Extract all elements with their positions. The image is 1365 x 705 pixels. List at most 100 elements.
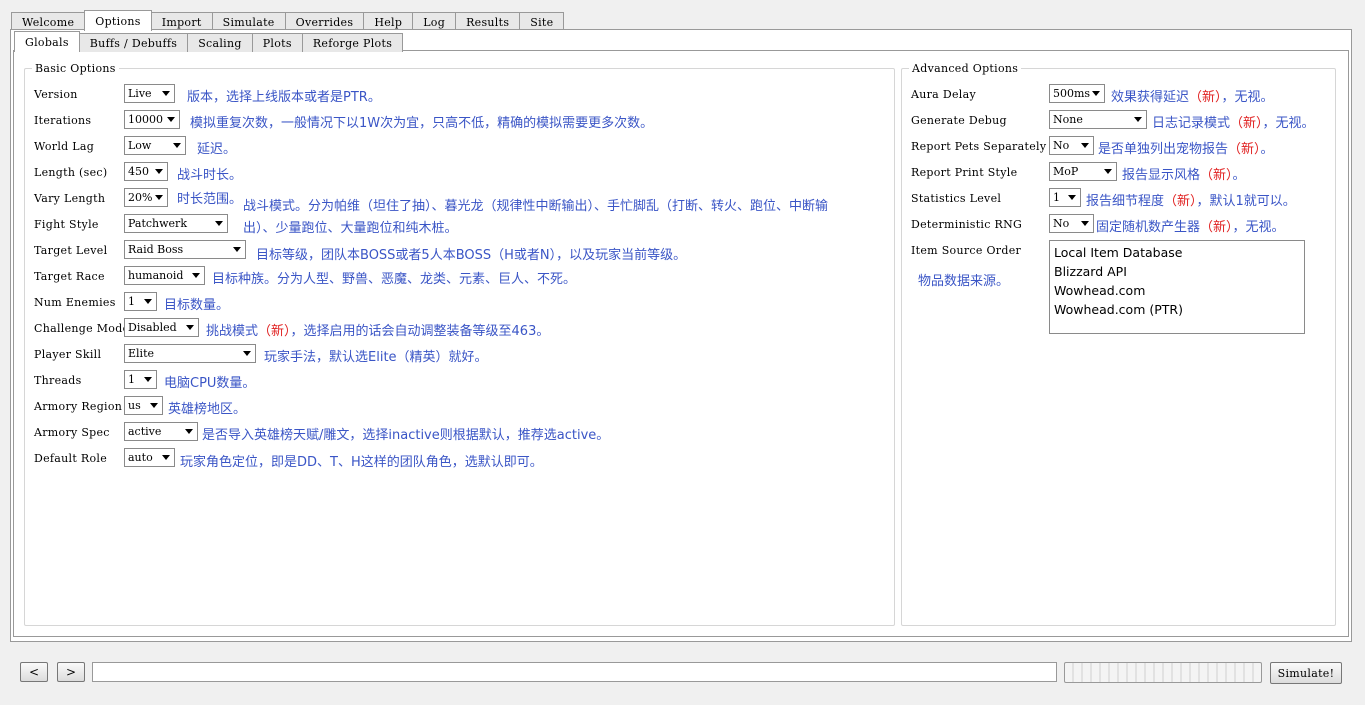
chevron-down-icon (144, 377, 152, 382)
fight-style-select[interactable]: Patchwerk (124, 214, 228, 233)
vary-length-label: Vary Length (34, 192, 106, 205)
chevron-down-icon (1134, 117, 1142, 122)
chevron-down-icon (144, 299, 152, 304)
target-race-select[interactable]: humanoid (124, 266, 205, 285)
forward-button[interactable]: > (57, 662, 85, 682)
armory-spec-note: 是否导入英雄榜天赋/雕文，选择inactive则根据默认，推荐选active。 (202, 428, 610, 443)
tab-scaling[interactable]: Scaling (187, 33, 253, 52)
threads-select[interactable]: 1 (124, 370, 157, 389)
deterministic-rng-label: Deterministic RNG (911, 218, 1023, 231)
challenge-mode-select[interactable]: Disabled (124, 318, 199, 337)
length-select[interactable]: 450 (124, 162, 168, 181)
default-role-select[interactable]: auto (124, 448, 175, 467)
chevron-down-icon (155, 195, 163, 200)
version-note: 版本，选择上线版本或者是PTR。 (187, 90, 381, 105)
chevron-down-icon (167, 117, 175, 122)
item-source-order-label: Item Source Order (911, 244, 1022, 257)
iterations-label: Iterations (34, 114, 92, 127)
aura-delay-note: 效果获得延迟（新），无视。 (1111, 90, 1274, 105)
list-item[interactable]: Blizzard API (1054, 262, 1300, 281)
target-level-select[interactable]: Raid Boss (124, 240, 246, 259)
chevron-down-icon (173, 143, 181, 148)
num-enemies-select[interactable]: 1 (124, 292, 157, 311)
iterations-select[interactable]: 10000 (124, 110, 180, 129)
back-button[interactable]: < (20, 662, 48, 682)
chevron-down-icon (150, 403, 158, 408)
advanced-options-title: Advanced Options (909, 62, 1022, 75)
chevron-down-icon (1081, 143, 1089, 148)
forward-icon: > (65, 665, 77, 679)
fight-style-note: 战斗模式。分为帕维（坦住了抽）、暮光龙（规律性中断输出）、手忙脚乱（打断、转火、… (243, 199, 829, 236)
world-lag-note: 延迟。 (197, 142, 237, 157)
default-role-note: 玩家角色定位，即是DD、T、H这样的团队角色，选默认即可。 (180, 455, 543, 470)
chevron-down-icon (215, 221, 223, 226)
chevron-down-icon (243, 351, 251, 356)
chevron-down-icon (162, 91, 170, 96)
challenge-mode-label: Challenge Mode (34, 322, 130, 335)
target-level-label: Target Level (34, 244, 108, 257)
back-icon: < (28, 665, 40, 679)
armory-region-note: 英雄榜地区。 (168, 402, 247, 417)
tab-options[interactable]: Options (84, 10, 152, 31)
iterations-note: 模拟重复次数，一般情况下以1W次为宜，只高不低，精确的模拟需要更多次数。 (190, 116, 654, 131)
item-source-list[interactable]: Local Item Database Blizzard API Wowhead… (1049, 240, 1305, 334)
item-source-note: 物品数据来源。 (918, 274, 1010, 289)
generate-debug-label: Generate Debug (911, 114, 1007, 127)
target-race-label: Target Race (34, 270, 105, 283)
report-pets-label: Report Pets Separately (911, 140, 1047, 153)
command-input[interactable] (92, 662, 1057, 682)
num-enemies-label: Num Enemies (34, 296, 116, 309)
chevron-down-icon (1081, 221, 1089, 226)
chevron-down-icon (1068, 195, 1076, 200)
progress-bar (1064, 662, 1262, 683)
basic-options-title: Basic Options (32, 62, 119, 75)
chevron-down-icon (1092, 91, 1100, 96)
player-skill-label: Player Skill (34, 348, 102, 361)
report-pets-note: 是否单独列出宠物报告（新）。 (1098, 142, 1274, 157)
tab-buffs-debuffs[interactable]: Buffs / Debuffs (78, 33, 189, 52)
chevron-down-icon (186, 325, 194, 330)
fight-style-label: Fight Style (34, 218, 99, 231)
threads-note: 电脑CPU数量。 (164, 376, 256, 391)
aura-delay-label: Aura Delay (911, 88, 976, 101)
version-select[interactable]: Live (124, 84, 175, 103)
vary-length-select[interactable]: 20% (124, 188, 168, 207)
chevron-down-icon (192, 273, 200, 278)
report-pets-select[interactable]: No (1049, 136, 1094, 155)
list-item[interactable]: Wowhead.com (1054, 281, 1300, 300)
target-race-note: 目标种族。分为人型、野兽、恶魔、龙类、元素、巨人、不死。 (212, 272, 577, 287)
generate-debug-select[interactable]: None (1049, 110, 1147, 129)
simulate-button[interactable]: Simulate! (1270, 662, 1342, 684)
statistics-level-select[interactable]: 1 (1049, 188, 1081, 207)
chevron-down-icon (233, 247, 241, 252)
tab-reforge-plots[interactable]: Reforge Plots (301, 33, 404, 52)
version-label: Version (34, 88, 78, 101)
armory-spec-label: Armory Spec (34, 426, 110, 439)
aura-delay-select[interactable]: 500ms (1049, 84, 1105, 103)
deterministic-rng-select[interactable]: No (1049, 214, 1094, 233)
tab-globals[interactable]: Globals (14, 31, 80, 52)
statistics-level-label: Statistics Level (911, 192, 1002, 205)
chevron-down-icon (1104, 169, 1112, 174)
armory-region-select[interactable]: us (124, 396, 163, 415)
threads-label: Threads (34, 374, 82, 387)
vary-length-note: 时长范围。 (177, 192, 243, 207)
target-level-note: 目标等级，团队本BOSS或者5人本BOSS（H或者N），以及玩家当前等级。 (256, 248, 687, 263)
armory-spec-select[interactable]: active (124, 422, 198, 441)
player-skill-select[interactable]: Elite (124, 344, 256, 363)
world-lag-select[interactable]: Low (124, 136, 186, 155)
player-skill-note: 玩家手法，默认选Elite（精英）就好。 (264, 350, 488, 365)
report-print-style-label: Report Print Style (911, 166, 1018, 179)
deterministic-rng-note: 固定随机数产生器（新），无视。 (1096, 220, 1285, 235)
world-lag-label: World Lag (34, 140, 95, 153)
list-item[interactable]: Wowhead.com (PTR) (1054, 300, 1300, 319)
report-print-style-note: 报告显示风格（新）。 (1122, 168, 1246, 183)
length-label: Length (sec) (34, 166, 108, 179)
armory-region-label: Armory Region (34, 400, 123, 413)
chevron-down-icon (185, 429, 193, 434)
list-item[interactable]: Local Item Database (1054, 243, 1300, 262)
length-note: 战斗时长。 (177, 168, 243, 183)
tab-plots[interactable]: Plots (251, 33, 303, 52)
report-print-style-select[interactable]: MoP (1049, 162, 1117, 181)
challenge-mode-note: 挑战模式（新），选择启用的话会自动调整装备等级至463。 (206, 324, 550, 339)
